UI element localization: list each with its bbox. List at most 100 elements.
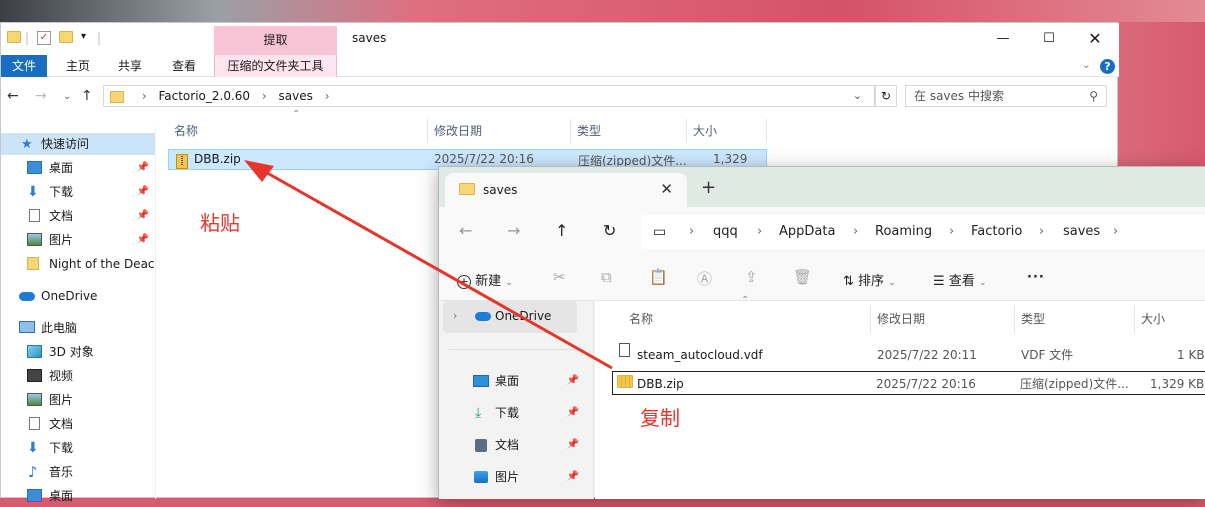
delete-icon[interactable]: 🗑 bbox=[793, 268, 812, 286]
breadcrumb-item[interactable]: Factorio bbox=[971, 215, 1022, 249]
file-name: DBB.zip bbox=[194, 152, 241, 166]
refresh-button[interactable]: ↻ bbox=[875, 85, 897, 107]
tab-view[interactable]: 查看 bbox=[163, 55, 205, 77]
column-size[interactable]: 大小 bbox=[687, 119, 767, 143]
properties-icon[interactable]: ✓ bbox=[37, 31, 51, 45]
column-size[interactable]: 大小 bbox=[1135, 305, 1205, 333]
file-type: 压缩(zipped)文件... bbox=[1020, 377, 1129, 391]
tab-saves[interactable]: saves ✕ bbox=[445, 173, 687, 207]
table-row-selected[interactable]: DBB.zip 2025/7/22 20:16 压缩(zipped)文件... … bbox=[612, 371, 1205, 395]
recent-chevron-icon[interactable]: ⌄ bbox=[63, 91, 71, 102]
tab-compressed-folder-tools[interactable]: 压缩的文件夹工具 bbox=[214, 55, 337, 77]
help-icon[interactable]: ? bbox=[1100, 59, 1115, 74]
pin-icon[interactable]: 📌 bbox=[567, 401, 579, 425]
cloud-icon bbox=[19, 292, 35, 301]
view-button[interactable]: ☰ 查看 ⌄ bbox=[933, 270, 987, 289]
address-bar[interactable]: › Factorio_2.0.60 › saves › ⌄ bbox=[103, 85, 875, 107]
minimize-button[interactable]: — bbox=[983, 27, 1023, 51]
up-icon[interactable]: ↑ bbox=[81, 88, 93, 104]
sidebar-item-quick-access[interactable]: ★ 快速访问 bbox=[1, 133, 155, 155]
more-button[interactable]: ··· bbox=[1027, 270, 1045, 285]
pin-icon[interactable]: 📌 bbox=[137, 205, 149, 227]
download-icon: ⤓ bbox=[475, 405, 482, 421]
chevron-right-icon: › bbox=[141, 89, 147, 103]
tab-file[interactable]: 文件 bbox=[1, 55, 47, 77]
sidebar-item-documents-pc[interactable]: 文档 bbox=[1, 413, 155, 435]
pin-icon[interactable]: 📌 bbox=[567, 369, 579, 393]
sidebar-item-pictures[interactable]: 图片 📌 bbox=[469, 465, 579, 489]
column-date[interactable]: 修改日期 bbox=[428, 119, 571, 143]
sidebar-item-downloads[interactable]: ⤓ 下载 📌 bbox=[469, 401, 579, 425]
pin-icon[interactable]: 📌 bbox=[137, 181, 149, 203]
annotation-paste: 粘贴 bbox=[200, 211, 240, 235]
back-icon[interactable]: ← bbox=[7, 88, 19, 104]
pin-icon[interactable]: 📌 bbox=[567, 465, 579, 489]
sidebar-item-desktop-pc[interactable]: 桌面 bbox=[1, 485, 155, 507]
sidebar-item-documents[interactable]: 文档 📌 bbox=[469, 433, 579, 457]
sidebar-item-music[interactable]: ♪ 音乐 bbox=[1, 461, 155, 483]
explorer-window-2: saves ✕ + ← → ↑ ↻ ▭ › qqq › AppData › Ro… bbox=[438, 166, 1205, 499]
sidebar-item-documents[interactable]: 文档 📌 bbox=[1, 205, 155, 227]
breadcrumb-item[interactable]: saves bbox=[1063, 215, 1100, 249]
column-name[interactable]: 名称 bbox=[168, 119, 428, 143]
cut-icon[interactable]: ✂ bbox=[553, 268, 566, 286]
column-type[interactable]: 类型 bbox=[571, 119, 687, 143]
breadcrumb-item[interactable]: qqq bbox=[713, 215, 738, 249]
forward-icon[interactable]: → bbox=[507, 221, 520, 240]
sidebar-item-downloads-pc[interactable]: ⬇ 下载 bbox=[1, 437, 155, 459]
navigation-bar: ← → ↑ ↻ ▭ › qqq › AppData › Roaming › Fa… bbox=[439, 207, 1205, 257]
pin-icon[interactable]: 📌 bbox=[567, 433, 579, 457]
tab-extract[interactable]: 提取 bbox=[214, 26, 337, 55]
maximize-button[interactable]: ☐ bbox=[1029, 27, 1069, 51]
sidebar-item-onedrive[interactable]: › OneDrive bbox=[443, 301, 577, 333]
column-name[interactable]: 名称 bbox=[623, 305, 871, 333]
sidebar-item-this-pc[interactable]: 此电脑 bbox=[1, 317, 155, 339]
new-tab-button[interactable]: + bbox=[701, 177, 716, 198]
cloud-icon bbox=[475, 312, 491, 321]
table-row[interactable]: steam_autocloud.vdf 2025/7/22 20:11 VDF … bbox=[611, 343, 1205, 367]
sidebar-item-pictures[interactable]: 图片 📌 bbox=[1, 229, 155, 251]
pin-icon[interactable]: 📌 bbox=[137, 157, 149, 179]
rename-icon[interactable]: Ⓐ bbox=[697, 268, 712, 289]
sidebar-item-videos[interactable]: 视频 bbox=[1, 365, 155, 387]
tab-home[interactable]: 主页 bbox=[57, 55, 99, 77]
new-folder-icon[interactable] bbox=[59, 31, 73, 47]
file-date: 2025/7/22 20:11 bbox=[877, 348, 977, 362]
sidebar-item-folder[interactable]: Night of the Deac bbox=[1, 253, 155, 275]
chevron-down-icon[interactable]: ⌄ bbox=[853, 86, 862, 106]
refresh-icon[interactable]: ↻ bbox=[603, 221, 616, 240]
share-icon[interactable]: ⇪ bbox=[745, 268, 758, 286]
up-icon[interactable]: ↑ bbox=[555, 221, 568, 240]
sidebar-item-3d-objects[interactable]: 3D 对象 bbox=[1, 341, 155, 363]
document-icon bbox=[29, 417, 40, 430]
breadcrumb-item[interactable]: Roaming bbox=[875, 215, 932, 249]
pictures-icon bbox=[474, 471, 488, 483]
forward-icon[interactable]: → bbox=[35, 88, 47, 104]
breadcrumb[interactable]: ▭ › qqq › AppData › Roaming › Factorio ›… bbox=[641, 215, 1205, 249]
close-button[interactable]: ✕ bbox=[1075, 27, 1115, 51]
sidebar-item-downloads[interactable]: ⬇ 下载 📌 bbox=[1, 181, 155, 203]
back-icon[interactable]: ← bbox=[459, 221, 472, 240]
3d-icon bbox=[27, 345, 42, 358]
sidebar-item-pictures-pc[interactable]: 图片 bbox=[1, 389, 155, 411]
pictures-icon bbox=[27, 233, 42, 246]
column-type[interactable]: 类型 bbox=[1015, 305, 1135, 333]
separator: | bbox=[25, 31, 30, 45]
column-date[interactable]: 修改日期 bbox=[871, 305, 1015, 333]
breadcrumb-item[interactable]: AppData bbox=[779, 215, 835, 249]
tab-share[interactable]: 共享 bbox=[109, 55, 151, 77]
search-input[interactable]: 在 saves 中搜索 ⚲ bbox=[905, 85, 1107, 107]
sort-button[interactable]: ⇅ 排序 ⌄ bbox=[843, 270, 896, 289]
new-button[interactable]: + 新建 ⌄ bbox=[457, 270, 513, 289]
close-tab-icon[interactable]: ✕ bbox=[660, 180, 673, 198]
chevron-down-icon[interactable]: ⌄ bbox=[1082, 58, 1091, 71]
copy-icon[interactable]: ⧉ bbox=[601, 268, 612, 286]
sidebar-item-desktop[interactable]: 桌面 📌 bbox=[1, 157, 155, 179]
paste-icon[interactable]: 📋 bbox=[649, 268, 668, 286]
pin-icon[interactable]: 📌 bbox=[137, 229, 149, 251]
breadcrumb-item[interactable]: Factorio_2.0.60 bbox=[158, 89, 250, 103]
sidebar-item-desktop[interactable]: 桌面 📌 bbox=[469, 369, 579, 393]
sidebar-item-onedrive[interactable]: OneDrive bbox=[1, 285, 155, 307]
chevron-down-icon[interactable]: ▾ bbox=[81, 31, 86, 47]
breadcrumb-item[interactable]: saves bbox=[279, 89, 313, 103]
